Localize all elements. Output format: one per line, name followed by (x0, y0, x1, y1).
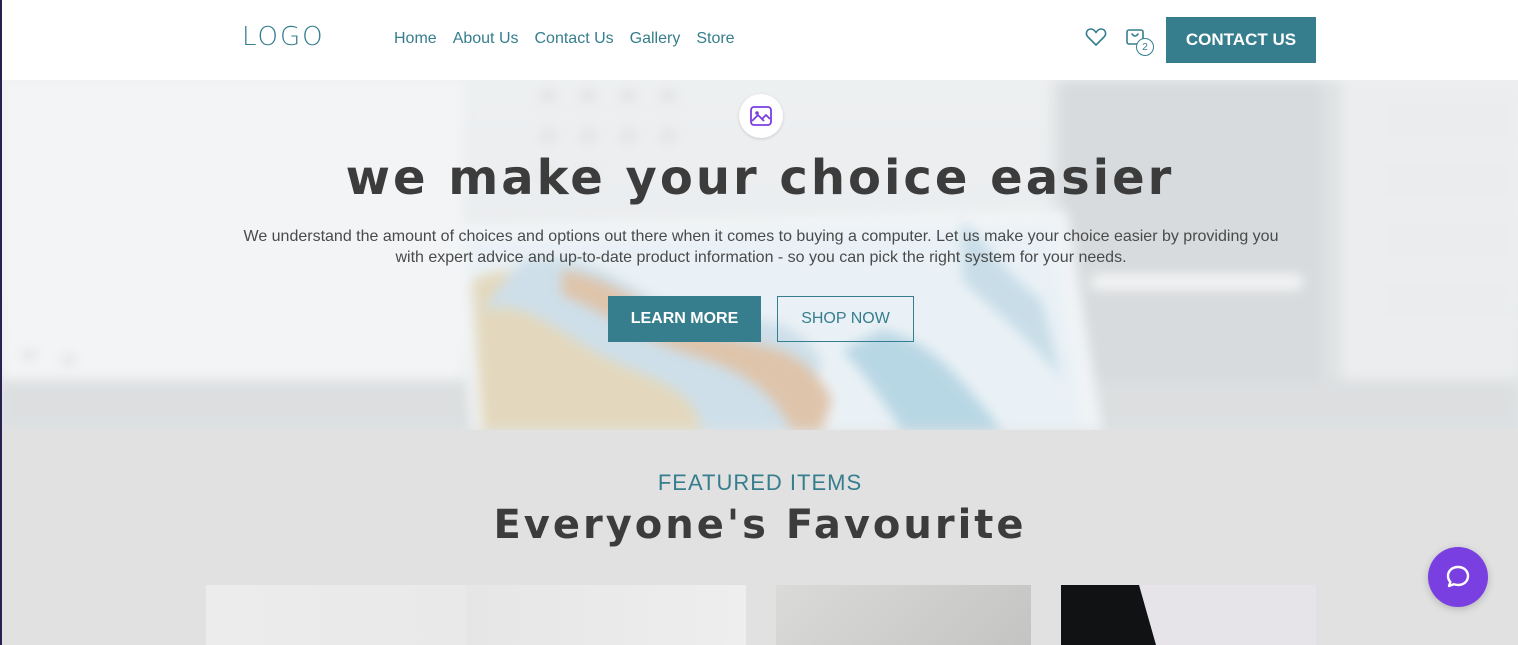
nav-gallery[interactable]: Gallery (630, 30, 681, 48)
featured-card-1[interactable] (206, 585, 746, 645)
nav-home[interactable]: Home (394, 30, 437, 48)
product-image-1 (466, 585, 746, 645)
product-image-3 (1061, 585, 1156, 645)
featured-card-2[interactable] (776, 585, 1031, 645)
contact-us-button[interactable]: CONTACT US (1166, 17, 1316, 63)
hero-section: we make your choice easier We understand… (2, 80, 1518, 430)
main-nav: Home About Us Contact Us Gallery Store (394, 30, 735, 48)
featured-label: FEATURED ITEMS (657, 470, 863, 495)
heart-icon[interactable] (1083, 24, 1109, 50)
cart-count-badge: 2 (1136, 38, 1154, 56)
featured-title: Everyone's Favourite (493, 502, 1027, 548)
nav-store[interactable]: Store (696, 30, 734, 48)
site-header: LOGO Home About Us Contact Us Gallery St… (2, 0, 1518, 80)
chat-bubble-icon[interactable] (1428, 547, 1488, 607)
shop-now-button[interactable]: SHOP NOW (777, 296, 914, 342)
featured-section: FEATURED ITEMS Everyone's Favourite (2, 430, 1518, 645)
featured-card-3[interactable] (1061, 585, 1316, 645)
image-icon (739, 94, 783, 138)
nav-about-us[interactable]: About Us (453, 30, 519, 48)
site-logo[interactable]: LOGO (242, 22, 325, 52)
product-image-2 (776, 585, 1031, 645)
nav-contact-us[interactable]: Contact Us (535, 30, 614, 48)
hero-subtitle: We understand the amount of choices and … (243, 228, 1279, 266)
learn-more-button[interactable]: LEARN MORE (608, 296, 761, 342)
hero-title: we make your choice easier (345, 150, 1175, 206)
